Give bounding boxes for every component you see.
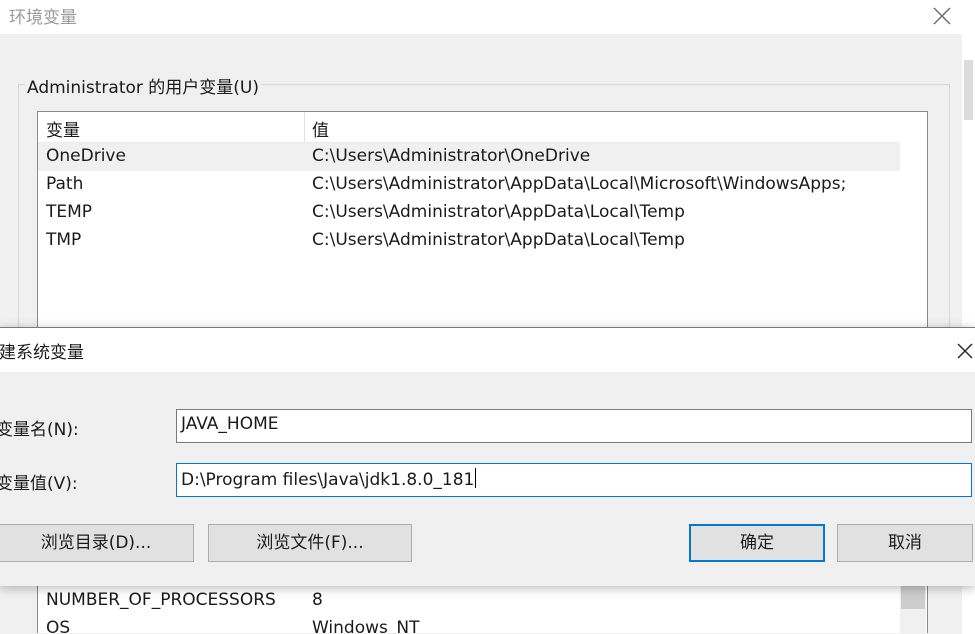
row-variable-value: Windows_NT (312, 618, 420, 633)
cancel-button[interactable]: 取消 (837, 524, 973, 562)
user-variables-group-label: Administrator 的用户变量(U) (25, 73, 261, 98)
row-variable-value: C:\Users\Administrator\AppData\Local\Mic… (312, 174, 847, 194)
user-variables-table: 变量 值 OneDrive C:\Users\Administrator\One… (37, 111, 928, 343)
table-row[interactable]: TEMP C:\Users\Administrator\AppData\Loca… (38, 199, 900, 227)
table-row[interactable]: Path C:\Users\Administrator\AppData\Loca… (38, 171, 900, 199)
table-row[interactable]: OneDrive C:\Users\Administrator\OneDrive (38, 143, 900, 171)
env-window-title: 环境变量 (9, 8, 77, 28)
ok-button[interactable]: 确定 (689, 524, 825, 562)
table-header: 变量 值 (38, 112, 900, 143)
variable-name-input[interactable]: JAVA_HOME (176, 409, 972, 443)
row-variable-name: OneDrive (46, 146, 126, 166)
variable-value-text: D:\Program files\Java\jdk1.8.0_181 (181, 470, 475, 490)
browse-directory-button[interactable]: 浏览目录(D)... (0, 524, 194, 562)
system-variables-table: NUMBER_OF_PROCESSORS 8 OS Windows_NT (37, 585, 928, 633)
column-header-variable[interactable]: 变量 (46, 116, 80, 141)
dialog-title: 建系统变量 (0, 343, 84, 363)
table-scrollbar[interactable] (900, 112, 926, 342)
row-variable-name: Path (46, 174, 84, 194)
row-variable-name: NUMBER_OF_PROCESSORS (46, 590, 276, 610)
column-header-value[interactable]: 值 (312, 116, 329, 141)
variable-value-input[interactable]: D:\Program files\Java\jdk1.8.0_181 (176, 463, 972, 497)
window-scrollbar-thumb[interactable] (964, 60, 973, 120)
dialog-titlebar: 建系统变量 (0, 328, 975, 372)
row-variable-value: 8 (312, 590, 323, 610)
row-variable-value: C:\Users\Administrator\OneDrive (312, 146, 591, 166)
new-system-variable-dialog: 建系统变量 变量名(N): JAVA_HOME 变量值(V): D:\Progr… (0, 327, 975, 586)
row-variable-name: OS (46, 618, 71, 633)
variable-name-text: JAVA_HOME (181, 414, 279, 434)
env-titlebar: 环境变量 (0, 0, 975, 34)
row-variable-value: C:\Users\Administrator\AppData\Local\Tem… (312, 202, 685, 222)
table-row[interactable]: TMP C:\Users\Administrator\AppData\Local… (38, 227, 900, 255)
column-divider[interactable] (304, 112, 305, 142)
row-variable-name: TEMP (46, 202, 93, 222)
close-icon[interactable] (953, 339, 975, 363)
variable-value-label: 变量值(V): (0, 474, 78, 494)
text-caret (475, 468, 477, 488)
table-scrollbar-thumb[interactable] (901, 585, 925, 609)
variable-name-label: 变量名(N): (0, 420, 79, 440)
row-variable-name: TMP (46, 230, 82, 250)
table-row[interactable]: OS Windows_NT (38, 615, 900, 633)
close-icon[interactable] (928, 2, 956, 30)
browse-file-button[interactable]: 浏览文件(F)... (208, 524, 412, 562)
table-row[interactable]: NUMBER_OF_PROCESSORS 8 (38, 587, 900, 615)
table-scrollbar[interactable] (900, 585, 926, 633)
row-variable-value: C:\Users\Administrator\AppData\Local\Tem… (312, 230, 685, 250)
